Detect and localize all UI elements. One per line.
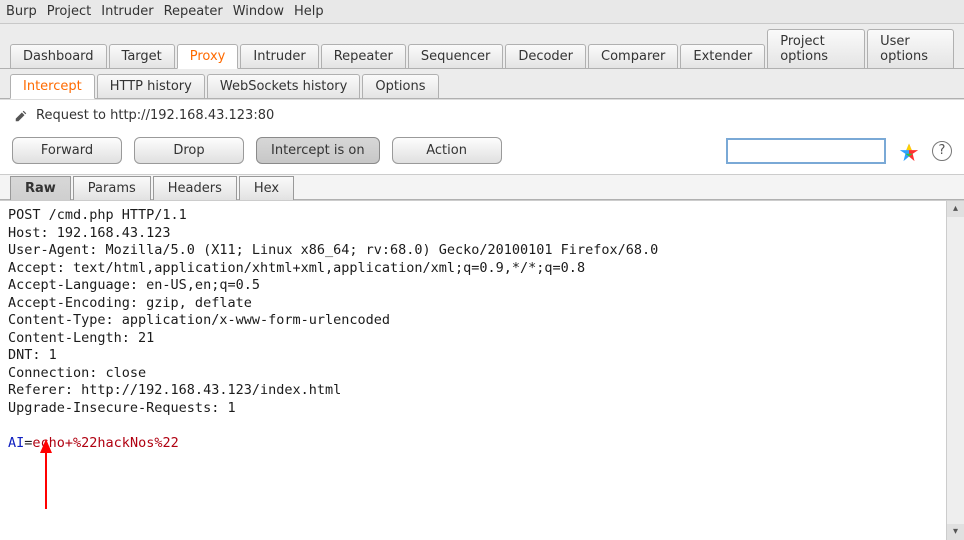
tab-extender[interactable]: Extender: [680, 44, 765, 69]
main-tabstrip: Dashboard Target Proxy Intruder Repeater…: [0, 24, 964, 69]
menubar: Burp Project Intruder Repeater Window He…: [0, 0, 964, 24]
menu-repeater[interactable]: Repeater: [164, 4, 223, 19]
drop-button[interactable]: Drop: [134, 137, 244, 164]
raw-editor-wrap: POST /cmd.php HTTP/1.1 Host: 192.168.43.…: [0, 200, 964, 540]
raw-editor[interactable]: POST /cmd.php HTTP/1.1 Host: 192.168.43.…: [0, 201, 946, 540]
menu-window[interactable]: Window: [233, 4, 284, 19]
viewtab-hex[interactable]: Hex: [239, 176, 294, 200]
menu-help[interactable]: Help: [294, 4, 324, 19]
intercept-actions: Forward Drop Intercept is on Action ?: [0, 131, 964, 174]
scrollbar[interactable]: ▴ ▾: [946, 201, 964, 540]
help-icon[interactable]: ?: [932, 141, 952, 161]
tab-proxy[interactable]: Proxy: [177, 44, 239, 69]
viewtab-params[interactable]: Params: [73, 176, 151, 200]
tab-intruder[interactable]: Intruder: [240, 44, 318, 69]
tab-target[interactable]: Target: [109, 44, 175, 69]
menu-project[interactable]: Project: [47, 4, 91, 19]
intercept-toggle-button[interactable]: Intercept is on: [256, 137, 380, 164]
tab-project-options[interactable]: Project options: [767, 29, 865, 69]
edit-icon[interactable]: [14, 109, 28, 123]
subtab-intercept[interactable]: Intercept: [10, 74, 95, 99]
menu-burp[interactable]: Burp: [6, 4, 37, 19]
tab-repeater[interactable]: Repeater: [321, 44, 406, 69]
scroll-down-icon[interactable]: ▾: [947, 524, 964, 540]
highlight-color-icon[interactable]: [898, 140, 920, 162]
proxy-subtabs: Intercept HTTP history WebSockets histor…: [0, 69, 964, 99]
menu-intruder[interactable]: Intruder: [101, 4, 153, 19]
viewtab-raw[interactable]: Raw: [10, 176, 71, 200]
message-view-tabs: Raw Params Headers Hex: [0, 174, 964, 200]
subtab-ws-history[interactable]: WebSockets history: [207, 74, 360, 99]
tab-sequencer[interactable]: Sequencer: [408, 44, 503, 69]
forward-button[interactable]: Forward: [12, 137, 122, 164]
request-info-bar: Request to http://192.168.43.123:80: [0, 99, 964, 131]
viewtab-headers[interactable]: Headers: [153, 176, 237, 200]
request-target-label: Request to http://192.168.43.123:80: [36, 108, 274, 123]
tab-comparer[interactable]: Comparer: [588, 44, 678, 69]
subtab-options[interactable]: Options: [362, 74, 438, 99]
subtab-http-history[interactable]: HTTP history: [97, 74, 205, 99]
search-input[interactable]: [726, 138, 886, 164]
tab-dashboard[interactable]: Dashboard: [10, 44, 107, 69]
scroll-up-icon[interactable]: ▴: [947, 201, 964, 217]
tab-decoder[interactable]: Decoder: [505, 44, 586, 69]
tab-user-options[interactable]: User options: [867, 29, 954, 69]
action-button[interactable]: Action: [392, 137, 502, 164]
